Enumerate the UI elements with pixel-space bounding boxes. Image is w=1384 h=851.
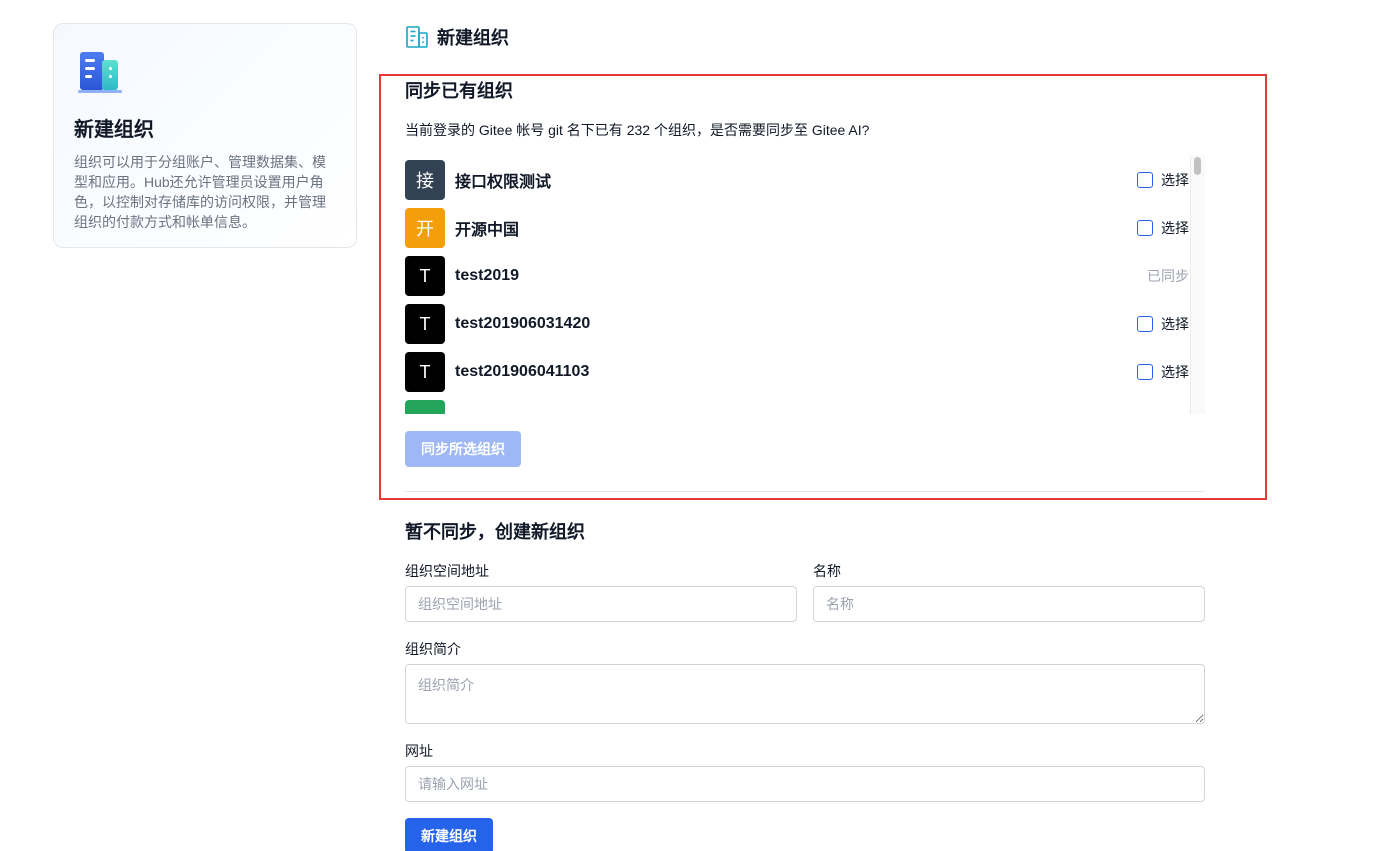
org-row: 接 接口权限测试 选择	[405, 156, 1189, 204]
org-select-checkbox[interactable]	[1137, 172, 1153, 188]
org-list-scrollbar-thumb[interactable]	[1194, 157, 1201, 175]
org-avatar	[405, 400, 445, 414]
namespace-input[interactable]	[405, 586, 797, 622]
url-label: 网址	[405, 743, 433, 759]
intro-label: 组织简介	[405, 641, 461, 657]
page-title: 新建组织	[437, 28, 509, 48]
org-select[interactable]: 选择	[1137, 218, 1189, 238]
org-select-label: 选择	[1161, 172, 1189, 188]
org-name: test201906031420	[455, 315, 591, 332]
org-select[interactable]: 选择	[1137, 170, 1189, 190]
org-list-content: 接 接口权限测试 选择 开 开源中国 选择 T test2019 已同步 T t…	[405, 155, 1189, 414]
org-avatar: T	[405, 256, 445, 296]
intro-textarea[interactable]	[405, 664, 1205, 724]
org-select-checkbox[interactable]	[1137, 316, 1153, 332]
page-header: 新建组织	[405, 24, 509, 50]
org-select-label: 选择	[1161, 316, 1189, 332]
org-select-label: 选择	[1161, 220, 1189, 236]
org-list[interactable]: 接 接口权限测试 选择 开 开源中国 选择 T test2019 已同步 T t…	[405, 155, 1205, 414]
name-input[interactable]	[813, 586, 1205, 622]
building-icon	[78, 52, 122, 93]
org-name: 开源中国	[455, 222, 520, 239]
org-select-label: 选择	[1161, 364, 1189, 380]
sync-section-title: 同步已有组织	[405, 81, 513, 101]
org-select[interactable]: 选择	[1137, 362, 1189, 382]
info-card-description: 组织可以用于分组账户、管理数据集、模型和应用。Hub还允许管理员设置用户角色，以…	[74, 154, 326, 230]
building-outline-icon	[406, 26, 428, 48]
org-row-partial-top	[405, 155, 1189, 156]
org-row: T test201906041103 选择	[405, 348, 1189, 396]
org-row-partial-bottom	[405, 396, 1189, 414]
org-synced-label: 已同步	[1147, 268, 1189, 284]
info-card-title: 新建组织	[74, 119, 154, 141]
name-label: 名称	[813, 563, 841, 579]
org-avatar: T	[405, 304, 445, 344]
namespace-label: 组织空间地址	[405, 563, 489, 579]
org-name: test201906041103	[455, 363, 590, 380]
sync-section-description: 当前登录的 Gitee 帐号 git 名下已有 232 个组织，是否需要同步至 …	[405, 122, 870, 138]
sync-selected-button[interactable]: 同步所选组织	[405, 431, 521, 467]
org-row: 开 开源中国 选择	[405, 204, 1189, 252]
create-section-title: 暂不同步，创建新组织	[405, 522, 585, 542]
org-name: 接口权限测试	[455, 174, 552, 191]
org-avatar: 接	[405, 160, 445, 200]
org-row: T test201906031420 选择	[405, 300, 1189, 348]
org-select-checkbox[interactable]	[1137, 220, 1153, 236]
org-name: test2019	[455, 267, 520, 284]
org-select[interactable]: 选择	[1137, 314, 1189, 334]
org-list-scrollbar[interactable]	[1190, 155, 1205, 414]
org-avatar: T	[405, 352, 445, 392]
create-org-button[interactable]: 新建组织	[405, 818, 493, 851]
org-avatar: 开	[405, 208, 445, 248]
section-divider	[405, 491, 1205, 492]
url-input[interactable]	[405, 766, 1205, 802]
org-row: T test2019 已同步	[405, 252, 1189, 300]
info-card: 新建组织 组织可以用于分组账户、管理数据集、模型和应用。Hub还允许管理员设置用…	[53, 23, 357, 248]
org-select-checkbox[interactable]	[1137, 364, 1153, 380]
